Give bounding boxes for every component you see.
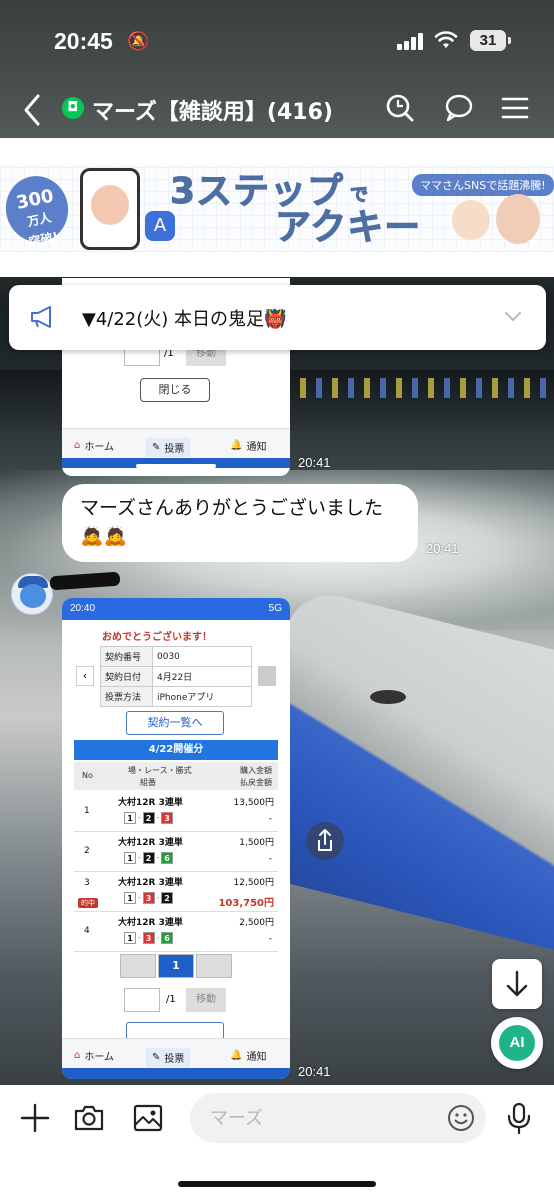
avatar[interactable]	[11, 573, 53, 615]
table-row: 3 的中 大村12R 3連単 12,500円 1-3-2 103,750円	[74, 872, 278, 912]
menu-icon[interactable]	[499, 92, 531, 124]
ad-badge: 300 万人 突破!	[0, 170, 75, 249]
battery-indicator: 31	[470, 30, 511, 51]
ai-button[interactable]: AI	[491, 1017, 543, 1069]
back-chevron-icon[interactable]	[18, 90, 46, 130]
image-message[interactable]: 20:40 5G おめでとうございます！ ‹ 契約番号 0030 契約日付 4月22…	[62, 598, 290, 1079]
camera-icon[interactable]	[72, 1101, 106, 1135]
ad-headline: 3ステップ で アクキー	[169, 171, 422, 248]
plus-icon[interactable]	[18, 1101, 52, 1135]
section-header: 4/22開催分	[74, 740, 278, 760]
home-icon: ⌂	[74, 440, 81, 451]
openchat-badge-icon: ◘	[62, 97, 84, 119]
status-bar: 20:45 🔕 31	[0, 0, 554, 82]
ad-baby-image	[496, 194, 540, 244]
chat-bubbles-icon[interactable]	[442, 92, 474, 124]
app-logo-icon: A	[145, 211, 175, 241]
bell-icon: 🔔	[230, 440, 243, 451]
emoji-icon[interactable]	[446, 1103, 476, 1133]
message-timestamp: 20:41	[298, 455, 331, 470]
app-tab-bar: ⌂ ホーム ✎ 投票 🔔 通知	[62, 1038, 290, 1068]
share-button[interactable]	[306, 822, 344, 860]
chevron-down-icon[interactable]	[504, 307, 522, 325]
search-icon[interactable]	[384, 92, 416, 124]
share-icon	[318, 829, 332, 851]
cellular-signal-icon	[397, 32, 425, 50]
contract-info-table: 契約番号 0030 契約日付 4月22日 投票方法 iPhoneアプリ	[100, 646, 252, 707]
table-row: 2 大村12R 3連単 1,500円 1-2-6 -	[74, 832, 278, 872]
ad-tag: ママさんSNSで話題沸騰!	[412, 174, 554, 196]
ad-banner[interactable]: 300 万人 突破! A 3ステップ で アクキー ママさんSNSで話題沸騰!	[0, 138, 554, 277]
chat-header: ◘ マーズ【雑談用】(416)	[0, 82, 554, 138]
status-time: 20:45	[54, 28, 113, 54]
arrow-down-icon	[506, 970, 528, 997]
chevron-left-icon: ‹	[76, 666, 94, 686]
page-input	[124, 988, 160, 1012]
bell-icon: 🔔	[230, 1050, 243, 1061]
ticket-icon: ✎	[152, 1052, 161, 1063]
home-indicator	[178, 1181, 376, 1187]
page-current: 1	[158, 954, 194, 978]
scroll-to-bottom-button[interactable]	[492, 959, 542, 1009]
column-header: No 場・レース・勝式 組番 購入金額 払戻金額	[74, 762, 278, 790]
screenshot-status-bar: 20:40 5G	[62, 598, 290, 620]
go-button: 移動	[186, 988, 226, 1012]
announcement-bar[interactable]: ▼4/22(火) 本日の鬼足👹	[9, 285, 546, 350]
message-input-container	[190, 1093, 486, 1143]
image-icon[interactable]	[131, 1101, 165, 1135]
message-timestamp: 20:41	[298, 1064, 331, 1079]
ticket-icon: ✎	[152, 442, 161, 453]
congrats-text: おめでとうございます！	[102, 632, 212, 643]
app-tab-bar: ⌂ ホーム ✎ 投票 🔔 通知	[62, 428, 290, 458]
home-icon: ⌂	[74, 1050, 81, 1061]
ad-baby-image	[452, 200, 490, 240]
contract-list-button: 契約一覧へ	[126, 711, 224, 735]
silent-mode-icon: 🔕	[127, 31, 150, 52]
message-input[interactable]	[210, 1093, 440, 1143]
microphone-icon[interactable]	[502, 1101, 536, 1135]
wifi-icon	[434, 31, 458, 48]
text-message[interactable]: マーズさんありがとうございました🙇🙇	[62, 484, 418, 562]
table-row: 4 大村12R 3連単 2,500円 1-3-6 -	[74, 912, 278, 952]
ad-phone-image: A	[80, 168, 175, 250]
announcement-text: ▼4/22(火) 本日の鬼足👹	[82, 309, 287, 330]
close-button: 閉じる	[140, 378, 210, 402]
table-row: 1 大村12R 3連単 13,500円 1-2-3 -	[74, 792, 278, 832]
message-timestamp: 20:41	[426, 541, 459, 556]
megaphone-icon	[31, 306, 51, 328]
hit-badge: 的中	[78, 898, 98, 908]
chat-title[interactable]: マーズ【雑談用】(416)	[92, 94, 333, 126]
